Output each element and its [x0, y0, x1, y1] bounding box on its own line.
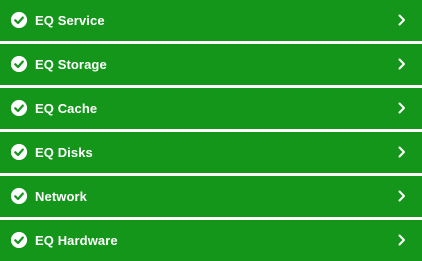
- list-item-label: Network: [35, 189, 87, 204]
- check-circle-icon: [11, 187, 27, 204]
- list-item-label: EQ Storage: [35, 57, 107, 72]
- list-item-label: EQ Service: [35, 13, 105, 28]
- list-item-eq-disks[interactable]: EQ Disks: [0, 132, 422, 173]
- chevron-right-icon[interactable]: [397, 14, 407, 26]
- list-item-eq-service[interactable]: EQ Service: [0, 0, 422, 41]
- check-circle-icon: [11, 11, 27, 28]
- check-circle-icon: [11, 143, 27, 160]
- check-circle-icon: [11, 99, 27, 116]
- list-item-label: EQ Cache: [35, 101, 98, 116]
- check-circle-icon: [11, 231, 27, 248]
- list-item-eq-hardware[interactable]: EQ Hardware: [0, 220, 422, 261]
- list-item-label: EQ Disks: [35, 145, 93, 160]
- status-list: EQ Service EQ Storage EQ Cache EQ Disks: [0, 0, 422, 261]
- list-item-label: EQ Hardware: [35, 233, 118, 248]
- list-item-network[interactable]: Network: [0, 176, 422, 217]
- check-circle-icon: [11, 55, 27, 72]
- chevron-right-icon[interactable]: [397, 234, 407, 246]
- chevron-right-icon[interactable]: [397, 190, 407, 202]
- chevron-right-icon[interactable]: [397, 58, 407, 70]
- list-item-eq-storage[interactable]: EQ Storage: [0, 44, 422, 85]
- chevron-right-icon[interactable]: [397, 146, 407, 158]
- list-item-eq-cache[interactable]: EQ Cache: [0, 88, 422, 129]
- chevron-right-icon[interactable]: [397, 102, 407, 114]
